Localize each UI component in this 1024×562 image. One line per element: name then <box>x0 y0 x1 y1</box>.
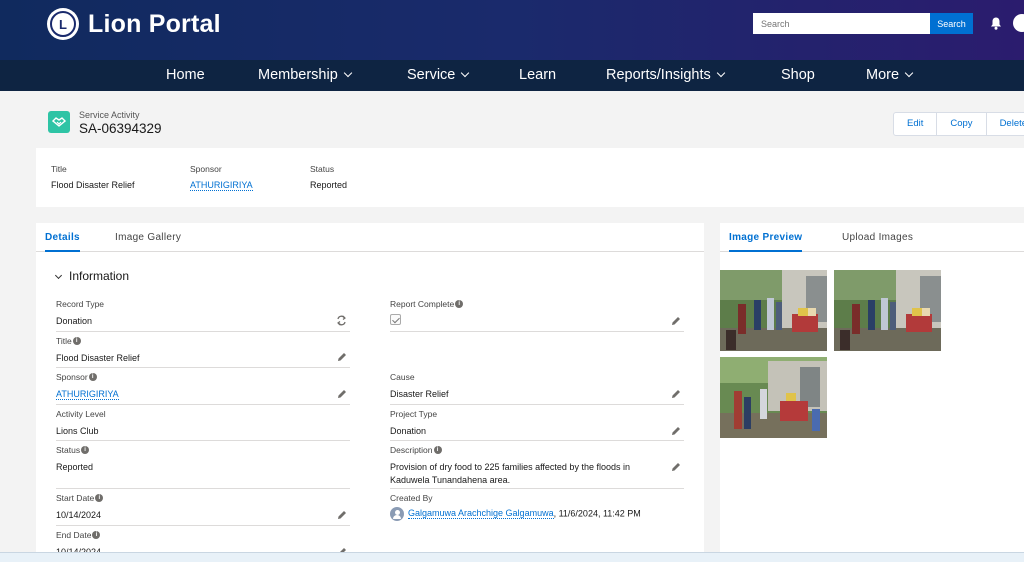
info-icon[interactable]: i <box>88 373 97 381</box>
info-icon[interactable]: i <box>72 337 81 345</box>
user-avatar[interactable] <box>1013 14 1024 32</box>
field-record-type: Record Type Donation <box>56 299 350 332</box>
edit-pencil-icon[interactable] <box>671 389 681 399</box>
bell-icon[interactable] <box>990 17 1002 30</box>
field-activity-level: Activity Level Lions Club <box>56 409 350 441</box>
delete-button[interactable]: Delete <box>987 113 1024 135</box>
change-record-type-icon[interactable] <box>336 315 347 326</box>
field-description: Description i Provision of dry food to 22… <box>390 445 684 489</box>
nav-item-learn[interactable]: Learn <box>519 60 556 91</box>
field-report-complete: Report Complete i <box>390 299 684 332</box>
edit-button[interactable]: Edit <box>894 113 938 135</box>
field-sponsor: Sponsor i ATHURIGIRIYA <box>56 372 350 405</box>
info-icon[interactable]: i <box>433 446 442 454</box>
field-status: Status i Reported <box>56 445 350 489</box>
nav-item-membership[interactable]: Membership <box>258 60 353 91</box>
site-header: L Lion Portal Search <box>0 0 1024 60</box>
sponsor-link[interactable]: ATHURIGIRIYA <box>56 389 119 400</box>
tab-image-gallery[interactable]: Image Gallery <box>115 223 181 252</box>
edit-pencil-icon[interactable] <box>671 316 681 326</box>
search-input[interactable] <box>753 13 930 34</box>
details-card: Details Image Gallery Information Record… <box>36 223 704 562</box>
info-icon[interactable]: i <box>92 531 101 539</box>
handshake-icon <box>48 111 70 133</box>
main-nav: Home Membership Service Learn Reports/In… <box>0 60 1024 91</box>
info-icon[interactable]: i <box>95 494 104 502</box>
nav-item-reports-insights[interactable]: Reports/Insights <box>606 60 726 91</box>
field-created-by: Created By Galgamuwa Arachchige Galgamuw… <box>390 493 684 526</box>
image-thumbnail[interactable] <box>720 270 827 351</box>
field-cause: Cause Disaster Relief <box>390 372 684 405</box>
highlight-title: Title Flood Disaster Relief <box>51 164 135 190</box>
field-project-type: Project Type Donation <box>390 409 684 441</box>
edit-pencil-icon[interactable] <box>337 352 347 362</box>
nav-item-more[interactable]: More <box>866 60 914 91</box>
copy-button[interactable]: Copy <box>937 113 987 135</box>
chevron-down-icon <box>904 68 914 78</box>
edit-pencil-icon[interactable] <box>671 426 681 436</box>
lions-logo-icon[interactable]: L <box>47 8 79 40</box>
detail-tabs: Details Image Gallery <box>36 223 704 252</box>
brand-title[interactable]: Lion Portal <box>88 10 221 39</box>
info-icon[interactable]: i <box>81 446 90 454</box>
record-id: SA-06394329 <box>79 121 162 136</box>
nav-item-service[interactable]: Service <box>407 60 470 91</box>
field-start-date: Start Date i 10/14/2024 <box>56 493 350 526</box>
image-card: Image Preview Upload Images <box>720 223 1024 562</box>
tab-upload-images[interactable]: Upload Images <box>842 223 913 252</box>
nav-item-home[interactable]: Home <box>166 60 205 91</box>
edit-pencil-icon[interactable] <box>671 462 681 472</box>
chevron-down-icon <box>54 271 63 280</box>
section-information[interactable]: Information <box>54 269 129 283</box>
field-title: Title i Flood Disaster Relief <box>56 336 350 368</box>
highlights-panel: Title Flood Disaster Relief Sponsor ATHU… <box>36 148 1024 207</box>
highlight-sponsor: Sponsor ATHURIGIRIYA <box>190 164 253 191</box>
sponsor-link[interactable]: ATHURIGIRIYA <box>190 180 253 191</box>
chevron-down-icon <box>716 68 726 78</box>
image-tabs: Image Preview Upload Images <box>720 223 1024 252</box>
record-object-type: Service Activity <box>79 110 140 120</box>
info-icon[interactable]: i <box>455 300 464 308</box>
search-button[interactable]: Search <box>930 13 973 34</box>
chevron-down-icon <box>461 68 470 78</box>
highlight-status: Status Reported <box>310 164 348 190</box>
tab-image-preview[interactable]: Image Preview <box>729 223 803 252</box>
record-actions: Edit Copy Delete <box>893 112 1024 136</box>
user-icon <box>390 507 404 521</box>
chevron-down-icon <box>343 68 353 78</box>
tab-details[interactable]: Details <box>45 223 80 252</box>
edit-pencil-icon[interactable] <box>337 389 347 399</box>
nav-item-shop[interactable]: Shop <box>781 60 815 91</box>
edit-pencil-icon[interactable] <box>337 510 347 520</box>
created-by-user-link[interactable]: Galgamuwa Arachchige Galgamuwa <box>408 508 554 520</box>
image-thumbnail[interactable] <box>720 357 827 438</box>
bottom-dock-bar <box>0 552 1024 562</box>
report-complete-checkbox <box>390 314 401 325</box>
image-thumbnail[interactable] <box>834 270 941 351</box>
